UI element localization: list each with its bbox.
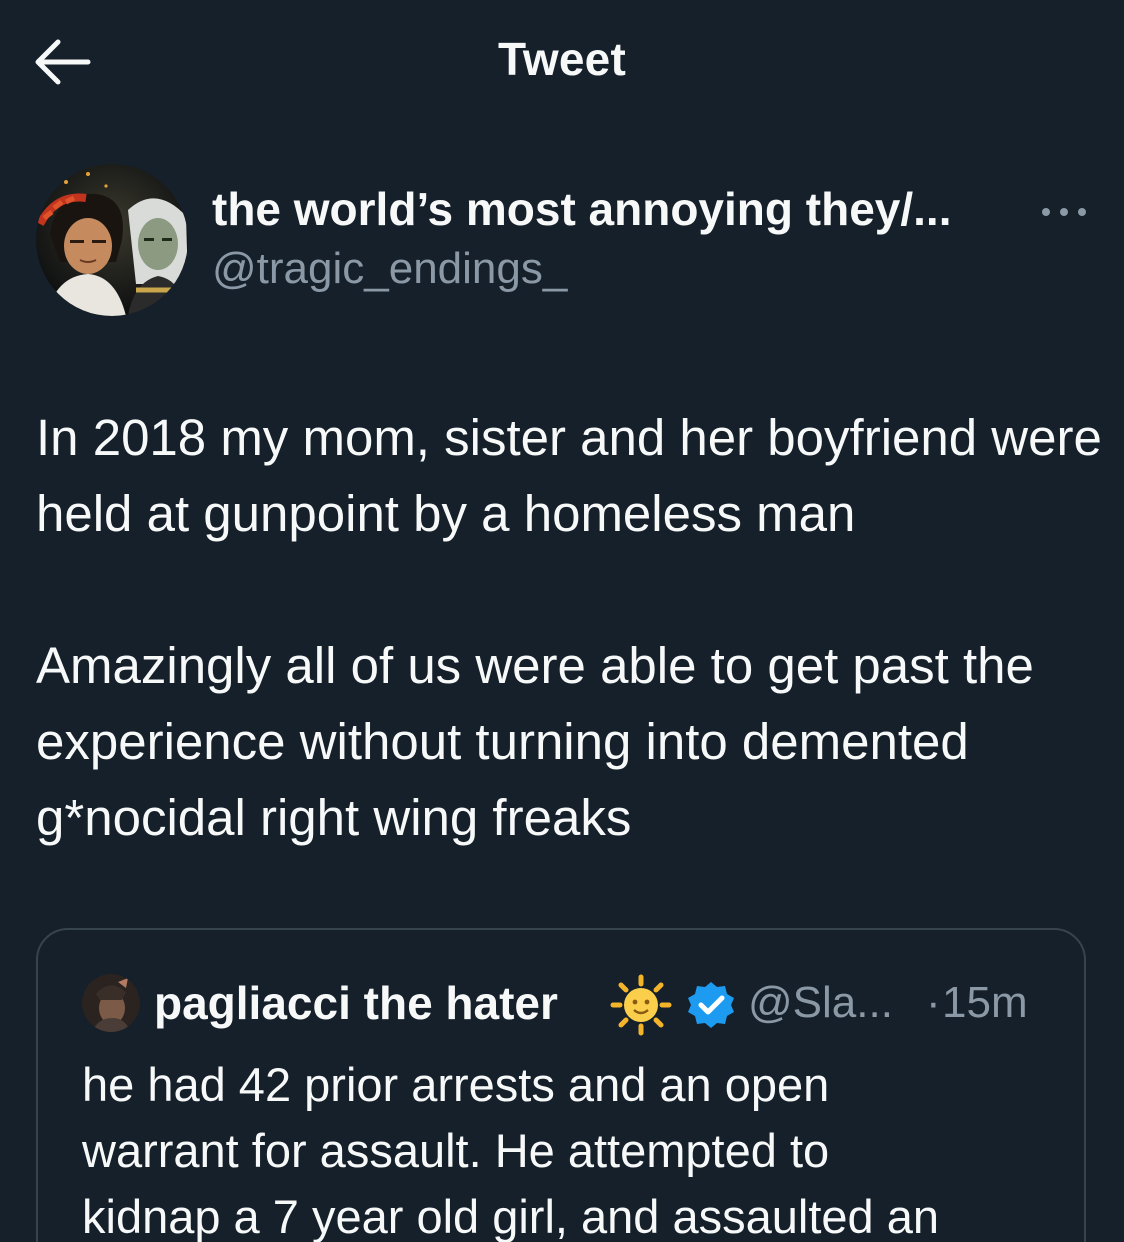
quoted-timestamp: 15m (942, 978, 1028, 1027)
verified-badge-icon (686, 980, 736, 1030)
tweet-author: the world’s most annoying they/... @trag… (36, 164, 1096, 319)
sun-with-face-icon (610, 974, 672, 1036)
quoted-text-line: he had 42 prior arrests and an open (82, 1058, 830, 1111)
tweet-paragraph: In 2018 my mom, sister and her boyfriend… (36, 409, 1102, 542)
quoted-text-line: warrant for assault. He attempted to (82, 1124, 830, 1177)
more-options-button[interactable] (1036, 194, 1092, 230)
quoted-tweet-text: he had 42 prior arrests and an open warr… (82, 1052, 1042, 1242)
separator-dot: · (926, 978, 941, 1027)
more-horizontal-icon (1042, 208, 1086, 216)
author-avatar-image (36, 164, 188, 316)
top-bar: Tweet (0, 0, 1124, 125)
quoted-tweet-card[interactable]: pagliacci the hater @Sla... · 15m he had… (36, 928, 1086, 1242)
tweet-detail-screen: Tweet the world’s most annoying they/...… (0, 0, 1124, 1242)
quoted-handle: @Sla... (748, 978, 893, 1027)
author-handle[interactable]: @tragic_endings_ (212, 244, 567, 294)
tweet-paragraph: Amazingly all of us were able to get pas… (36, 637, 1034, 846)
author-avatar[interactable] (36, 164, 188, 316)
quoted-text-line: kidnap a 7 year old girl, and assaulted … (82, 1190, 940, 1242)
page-title: Tweet (498, 33, 626, 85)
quoted-avatar-image (82, 974, 140, 1032)
quoted-author-avatar (82, 974, 140, 1032)
author-display-name[interactable]: the world’s most annoying they/... (212, 182, 951, 236)
tweet-text: In 2018 my mom, sister and her boyfriend… (36, 400, 1106, 856)
quoted-display-name: pagliacci the hater (154, 977, 558, 1029)
